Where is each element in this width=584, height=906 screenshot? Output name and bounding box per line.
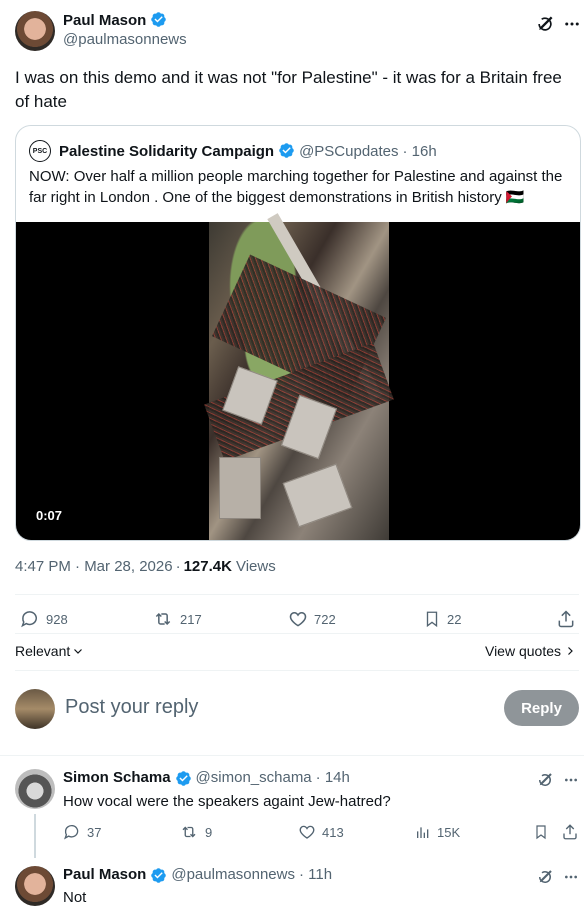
views-count: 15K	[437, 824, 461, 840]
reply-text: Not	[63, 889, 87, 906]
meta-separator: ·	[175, 558, 181, 575]
reply-header: Paul Mason @paulmasonnews · 11h	[63, 866, 332, 884]
more-options-icon[interactable]	[562, 770, 580, 790]
thread-line	[34, 814, 36, 858]
grok-icon[interactable]	[534, 13, 556, 35]
heart-icon	[289, 611, 307, 627]
reply-icon	[21, 611, 37, 628]
divider	[0, 755, 584, 756]
quoted-author-name[interactable]: Palestine Solidarity Campaign	[59, 143, 274, 160]
quoted-age[interactable]: · 16h	[403, 143, 437, 160]
repost-icon	[182, 826, 196, 838]
reply-author-avatar[interactable]	[15, 769, 55, 809]
reply-age[interactable]: · 11h	[299, 866, 332, 883]
reply-header: Simon Schama @simon_schama · 14h	[63, 769, 350, 787]
divider	[15, 670, 579, 671]
reply-input[interactable]: Post your reply	[65, 696, 198, 719]
analytics-icon	[417, 827, 429, 838]
reply-icon	[64, 824, 79, 840]
repost-icon	[155, 612, 171, 626]
like-action[interactable]: 722	[288, 609, 336, 629]
quoted-header: PSC Palestine Solidarity Campaign @PSCup…	[29, 140, 437, 162]
reply-author-avatar[interactable]	[15, 866, 55, 906]
sort-dropdown[interactable]: Relevant	[15, 643, 84, 659]
reply-button[interactable]: Reply	[504, 690, 579, 726]
reply-text: How vocal were the speakers againt Jew-h…	[63, 793, 391, 810]
repost-action[interactable]: 217	[152, 609, 202, 629]
reply-age[interactable]: · 14h	[316, 769, 350, 786]
verified-badge-icon	[150, 866, 167, 884]
reply-action[interactable]: 928	[20, 609, 68, 629]
bookmark-count: 22	[447, 611, 462, 627]
share-icon[interactable]	[561, 823, 579, 841]
reply-views-action[interactable]: 15K	[415, 823, 460, 841]
author-handle[interactable]: @paulmasonnews	[63, 31, 187, 48]
author-name-row: Paul Mason @paulmasonnews	[63, 11, 187, 49]
reply-author-name[interactable]: Paul Mason	[63, 866, 146, 883]
grok-icon[interactable]	[535, 867, 555, 887]
reply-reply-action[interactable]: 37	[63, 823, 101, 841]
heart-icon	[299, 825, 315, 839]
verified-badge-icon	[150, 11, 167, 29]
author-avatar[interactable]	[15, 11, 55, 51]
tweet-text: I was on this demo and it was not "for P…	[15, 68, 562, 111]
author-name[interactable]: Paul Mason	[63, 12, 146, 29]
reply-count: 928	[46, 611, 68, 627]
reply-repost-action[interactable]: 9	[179, 823, 212, 841]
chevron-down-icon	[74, 649, 83, 654]
sort-label: Relevant	[15, 643, 71, 659]
bookmark-action[interactable]: 22	[423, 609, 461, 629]
chevron-right-icon	[568, 647, 573, 655]
reply-like-action[interactable]: 413	[298, 823, 344, 841]
building	[219, 457, 261, 519]
video-player[interactable]: 0:07	[16, 213, 580, 540]
view-quotes-label: View quotes	[484, 643, 561, 659]
timestamp[interactable]: 4:47 PM · Mar 28, 2026	[15, 558, 173, 575]
grok-icon[interactable]	[535, 770, 555, 790]
verified-badge-icon	[175, 769, 192, 787]
psc-logo-text: PSC	[32, 147, 48, 155]
current-user-avatar[interactable]	[15, 689, 55, 729]
reply-author-handle[interactable]: @simon_schama	[196, 769, 312, 786]
bookmark-icon	[426, 611, 438, 628]
more-options-icon[interactable]	[562, 867, 580, 887]
like-count: 413	[322, 824, 344, 840]
verified-badge-icon	[278, 142, 295, 160]
share-icon[interactable]	[555, 608, 577, 630]
tweet-meta: 4:47 PM · Mar 28, 2026 · 127.4K Views	[15, 558, 276, 575]
quoted-author-handle[interactable]: @PSCupdates	[299, 143, 398, 160]
video-frame	[204, 213, 394, 540]
like-count: 722	[314, 611, 336, 627]
psc-logo[interactable]: PSC	[29, 140, 51, 162]
views-label: Views	[235, 558, 276, 575]
reply-count: 37	[87, 824, 102, 840]
reply-author-handle[interactable]: @paulmasonnews	[171, 866, 295, 883]
more-options-icon[interactable]	[562, 13, 582, 35]
repost-count: 217	[180, 611, 202, 627]
reply-author-name[interactable]: Simon Schama	[63, 769, 171, 786]
building	[282, 463, 353, 528]
divider	[15, 633, 579, 634]
repost-count: 9	[205, 824, 213, 840]
bookmark-icon[interactable]	[532, 823, 550, 841]
views-count: 127.4K	[183, 558, 232, 575]
quoted-text: NOW: Over half a million people marching…	[29, 168, 563, 206]
quoted-tweet-card[interactable]: PSC Palestine Solidarity Campaign @PSCup…	[15, 125, 581, 541]
video-duration: 0:07	[30, 506, 69, 525]
divider	[15, 594, 579, 595]
view-quotes-link[interactable]: View quotes	[485, 643, 576, 659]
